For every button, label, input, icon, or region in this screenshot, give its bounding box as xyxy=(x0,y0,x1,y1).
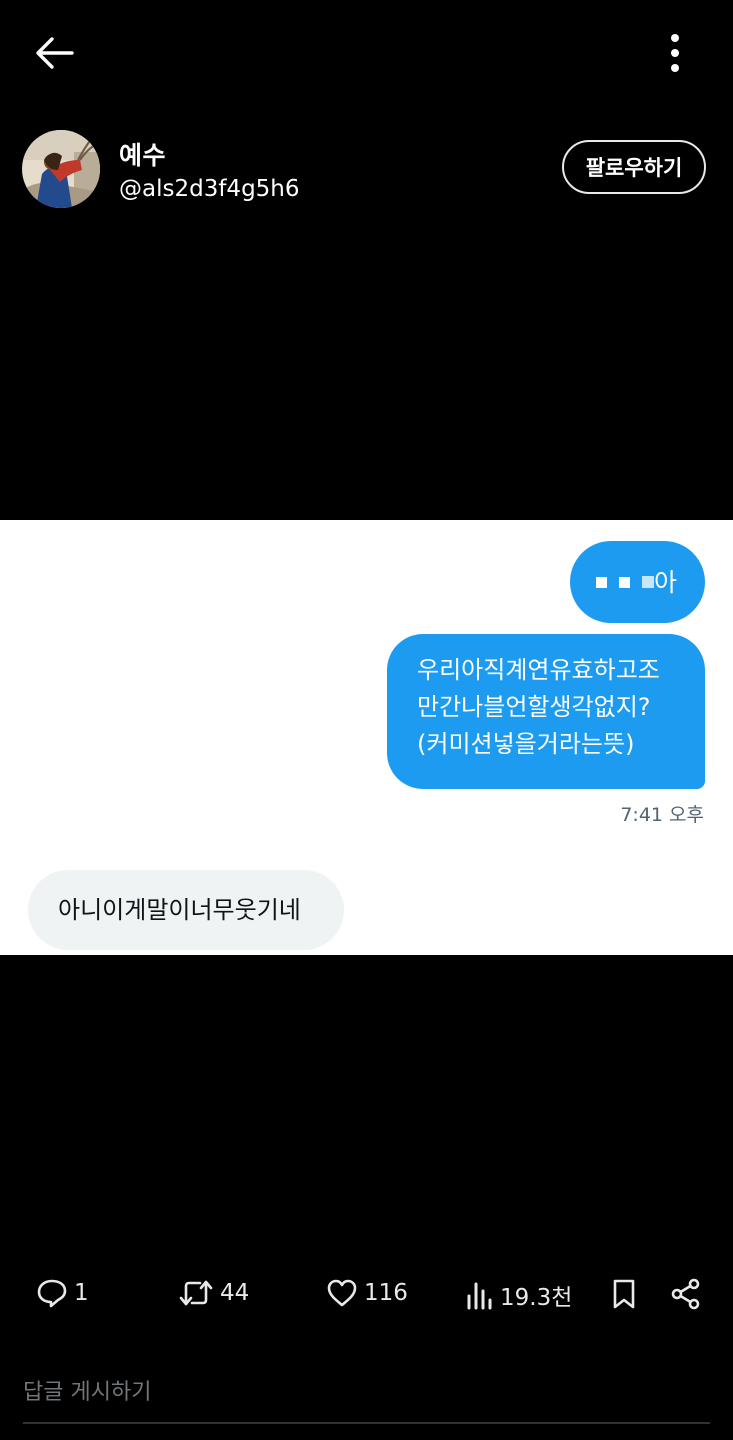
censor-block xyxy=(596,576,607,588)
reply-button[interactable]: 1 xyxy=(36,1278,89,1308)
share-icon xyxy=(671,1278,700,1310)
avatar[interactable] xyxy=(22,130,100,208)
reply-input[interactable]: 답글 게시하기 xyxy=(23,1368,710,1424)
chat-bubble-sent: 우리아직계연유효하고조 만간나블언할생각없지? (커미션넣을거라는뜻) xyxy=(387,634,705,789)
censor-block xyxy=(619,576,630,588)
bookmark-button[interactable] xyxy=(611,1278,637,1310)
view-count: 19.3천 xyxy=(500,1285,573,1311)
post-image[interactable]: 아 우리아직계연유효하고조 만간나블언할생각없지? (커미션넣을거라는뜻) 7:… xyxy=(0,520,733,955)
back-button[interactable] xyxy=(28,30,80,76)
retweet-button[interactable]: 44 xyxy=(178,1278,249,1308)
share-button[interactable] xyxy=(670,1278,702,1310)
views-button[interactable]: 19.3천 xyxy=(466,1278,572,1312)
author-name[interactable]: 예수 xyxy=(119,136,166,172)
chat-bubble-sent: 아 xyxy=(570,541,705,623)
more-vertical-icon xyxy=(671,34,679,72)
chat-bubble-text: 아 xyxy=(654,567,678,597)
chat-bubble-text: 아니이게말이너무웃기네 xyxy=(58,895,301,924)
comment-icon xyxy=(37,1279,67,1308)
bookmark-icon xyxy=(613,1279,635,1309)
arrow-left-icon xyxy=(36,37,74,69)
reply-placeholder: 답글 게시하기 xyxy=(23,1380,152,1405)
avatar-image xyxy=(22,130,100,208)
more-options-button[interactable] xyxy=(652,28,698,78)
chat-bubble-received: 아니이게말이너무웃기네 xyxy=(28,870,344,950)
heart-icon xyxy=(327,1279,357,1307)
reply-count: 1 xyxy=(74,1280,89,1306)
action-bar: 1 44 116 19.3천 xyxy=(0,1268,733,1328)
author-handle[interactable]: @als2d3f4g5h6 xyxy=(119,176,300,202)
chat-timestamp: 7:41 오후 xyxy=(620,804,704,826)
retweet-count: 44 xyxy=(220,1280,250,1306)
censor-block xyxy=(642,576,654,588)
follow-button[interactable]: 팔로우하기 xyxy=(562,140,706,194)
like-count: 116 xyxy=(364,1280,408,1306)
like-button[interactable]: 116 xyxy=(326,1278,408,1308)
retweet-icon xyxy=(179,1280,213,1306)
bar-chart-icon xyxy=(467,1282,492,1310)
